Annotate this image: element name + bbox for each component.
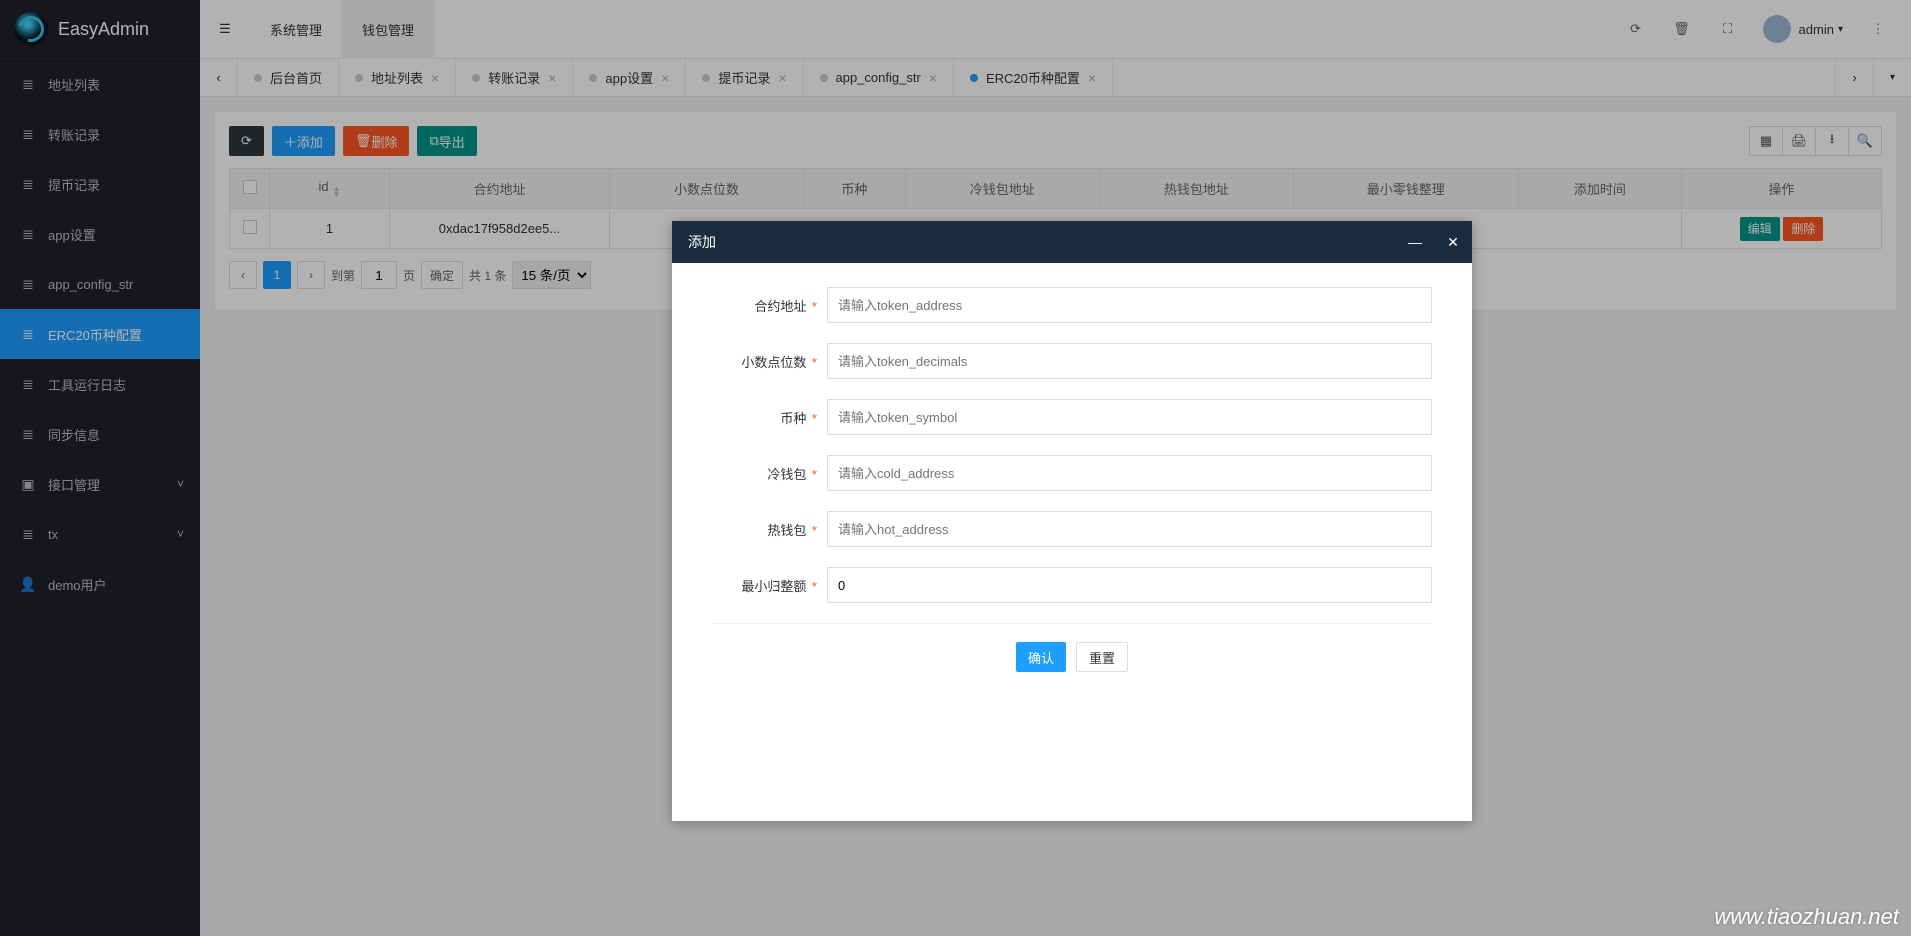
form-row-1: 小数点位数 * (672, 343, 1432, 379)
watermark: www.tiaozhuan.net (1714, 904, 1899, 930)
field-label: 合约地址 * (672, 296, 827, 315)
field-label: 冷钱包 * (672, 464, 827, 483)
field-label: 币种 * (672, 408, 827, 427)
minimize-icon[interactable]: — (1396, 221, 1434, 263)
field-label: 小数点位数 * (672, 352, 827, 371)
add-modal: 添加 — ✕ 合约地址 * 小数点位数 * 币种 * 冷钱包 * 热钱包 * 最小归整额 … (672, 221, 1472, 821)
field-label: 最小归整额 * (672, 576, 827, 595)
field-input-0[interactable] (827, 287, 1432, 323)
field-label: 热钱包 * (672, 520, 827, 539)
field-input-4[interactable] (827, 511, 1432, 547)
form-row-0: 合约地址 * (672, 287, 1432, 323)
field-input-2[interactable] (827, 399, 1432, 435)
form-row-4: 热钱包 * (672, 511, 1432, 547)
modal-reset-button[interactable]: 重置 (1076, 642, 1128, 672)
field-input-1[interactable] (827, 343, 1432, 379)
modal-header: 添加 — ✕ (672, 221, 1472, 263)
field-input-5[interactable] (827, 567, 1432, 603)
close-icon[interactable]: ✕ (1434, 221, 1472, 263)
form-row-5: 最小归整额 * (672, 567, 1432, 603)
modal-title: 添加 (688, 232, 1396, 252)
field-input-3[interactable] (827, 455, 1432, 491)
form-row-3: 冷钱包 * (672, 455, 1432, 491)
form-row-2: 币种 * (672, 399, 1432, 435)
modal-confirm-button[interactable]: 确认 (1016, 642, 1066, 672)
